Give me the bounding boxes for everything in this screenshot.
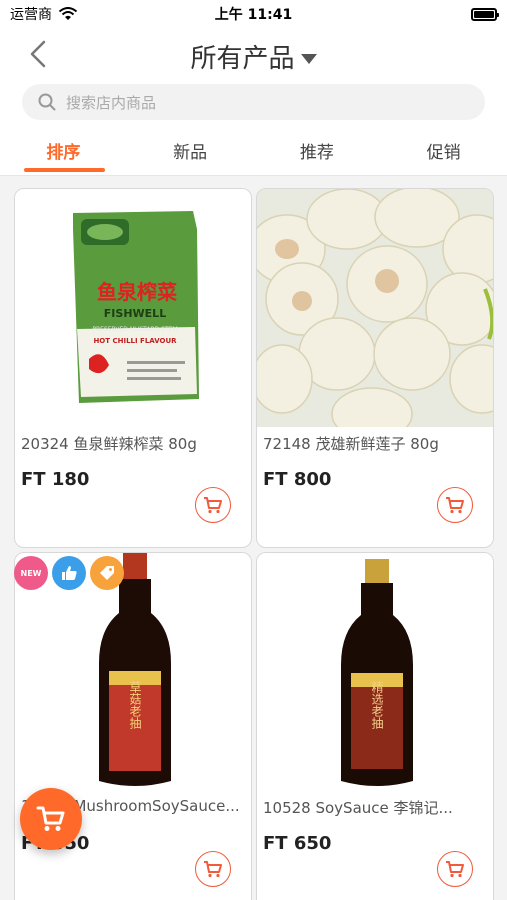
product-image: 鱼泉榨菜 FISHWELL PRESERVED MUSTARD STEM HOT… (15, 189, 251, 427)
floating-cart-button[interactable] (20, 788, 82, 850)
new-badge: NEW (14, 556, 48, 590)
add-to-cart-button[interactable] (195, 487, 231, 523)
cart-icon (204, 497, 222, 514)
product-name: 72148 茂雄新鲜莲子 80g (263, 435, 439, 453)
tab-bar: 排序 新品 推荐 促销 (0, 124, 507, 176)
carrier: 运营商 (10, 7, 52, 23)
search-placeholder: 搜索店内商品 (66, 93, 157, 112)
category-dropdown[interactable]: 所有产品 (0, 38, 507, 75)
battery-icon (471, 7, 499, 21)
product-image: 精选老抽 (257, 553, 493, 791)
product-badges: NEW (14, 556, 124, 590)
product-price: FT 650 (263, 833, 332, 854)
search-input[interactable]: 搜索店内商品 (22, 84, 485, 120)
tab-sort[interactable]: 排序 (0, 124, 127, 175)
add-to-cart-button[interactable] (437, 487, 473, 523)
add-to-cart-button[interactable] (195, 851, 231, 887)
package-brand: 鱼泉榨菜 (97, 280, 177, 304)
package-brand-en: FISHWELL (104, 307, 166, 320)
add-to-cart-button[interactable] (437, 851, 473, 887)
cart-icon (446, 497, 464, 514)
product-grid: 鱼泉榨菜 FISHWELL PRESERVED MUSTARD STEM HOT… (0, 176, 507, 900)
caret-down-icon (300, 53, 317, 64)
nav-bar: 所有产品 (0, 28, 507, 80)
product-card[interactable]: 72148 茂雄新鲜莲子 80g FT 800 (256, 188, 494, 548)
product-image (257, 189, 493, 427)
product-price: FT 800 (263, 469, 332, 490)
product-card[interactable]: 鱼泉榨菜 FISHWELL PRESERVED MUSTARD STEM HOT… (14, 188, 252, 548)
cart-icon (36, 806, 65, 831)
bottle-label: 精选老抽 (370, 681, 384, 729)
status-bar: 运营商 上午 11:41 (0, 0, 507, 28)
search-bar: 搜索店内商品 (0, 80, 507, 124)
cart-icon (204, 861, 222, 878)
wifi-icon (58, 7, 78, 20)
bottle-label: 草菇老抽 (128, 681, 142, 729)
search-icon (38, 93, 56, 111)
cart-icon (446, 861, 464, 878)
package-flavour: HOT CHILLI FLAVOUR (93, 337, 177, 345)
product-name: 20324 鱼泉鲜辣榨菜 80g (21, 435, 197, 453)
tag-icon (90, 556, 124, 590)
page-title: 所有产品 (190, 44, 295, 74)
product-card[interactable]: 精选老抽 10528 SoySauce 李锦记... FT 650 (256, 552, 494, 900)
thumbs-up-icon (52, 556, 86, 590)
tab-new[interactable]: 新品 (127, 124, 254, 175)
tab-recommended[interactable]: 推荐 (254, 124, 381, 175)
tab-promotion[interactable]: 促销 (380, 124, 507, 175)
product-price: FT 180 (21, 469, 90, 490)
package-subtitle: PRESERVED MUSTARD STEM (92, 326, 177, 333)
product-name: 10528 SoySauce 李锦记... (263, 799, 453, 817)
